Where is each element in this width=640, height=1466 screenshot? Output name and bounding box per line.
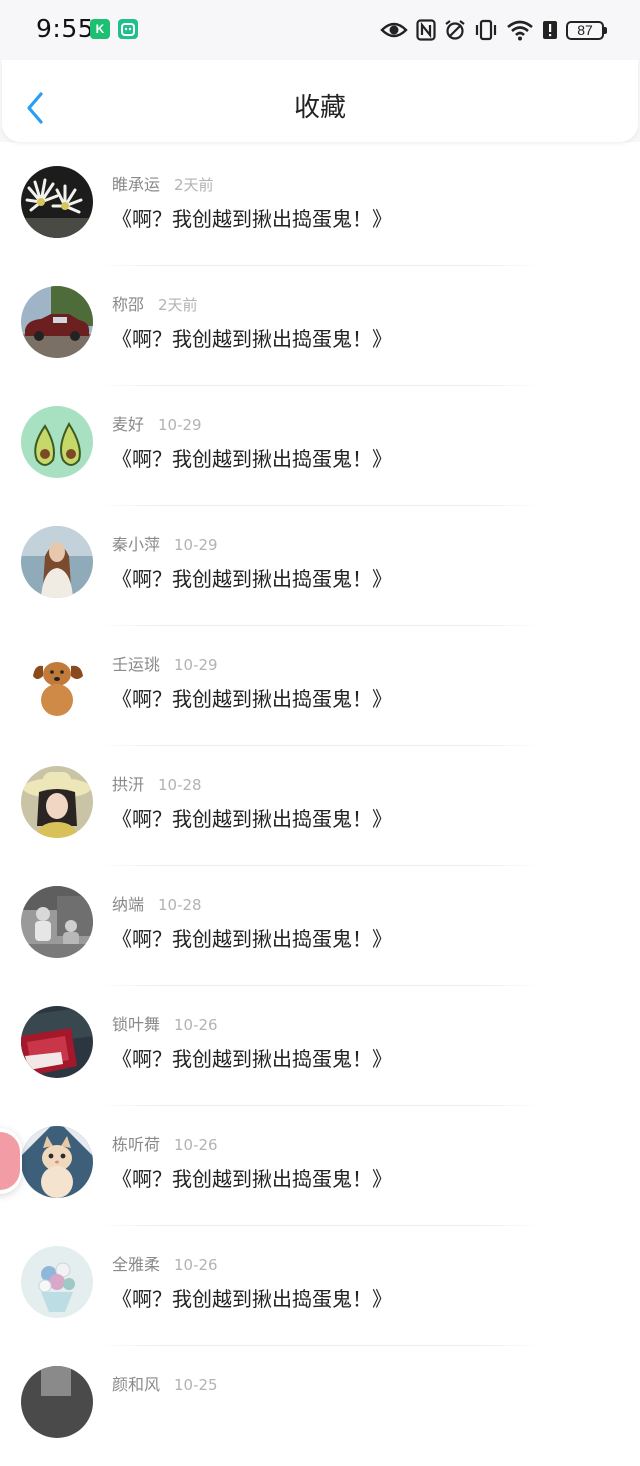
item-time: 2天前 (158, 296, 198, 314)
item-title[interactable]: 《啊？我创越到揪出捣蛋鬼！》 (112, 324, 392, 354)
list-item[interactable]: 全雅柔 10-26 《啊？我创越到揪出捣蛋鬼！》 (0, 1226, 640, 1346)
item-title[interactable]: 《啊？我创越到揪出捣蛋鬼！》 (112, 804, 392, 834)
k-app-icon: K (90, 19, 110, 39)
list-item[interactable]: 麦好 10-29 《啊？我创越到揪出捣蛋鬼！》 (0, 386, 640, 506)
item-time: 10-25 (174, 1376, 218, 1394)
author-name: 全雅柔 (112, 1255, 161, 1274)
author-name: 纳端 (112, 895, 145, 914)
item-title[interactable]: 《啊？我创越到揪出捣蛋鬼！》 (112, 1284, 392, 1314)
vibrate-icon (474, 19, 498, 41)
status-bar: 9:55 K 87 (0, 0, 640, 60)
item-meta: 全雅柔 10-26 (112, 1254, 218, 1276)
item-time: 10-28 (158, 776, 202, 794)
item-meta: 颜和风 10-25 (112, 1374, 218, 1396)
author-name: 睢承运 (112, 175, 161, 194)
cat-app-icon (118, 19, 138, 39)
list-item[interactable]: 拱汧 10-28 《啊？我创越到揪出捣蛋鬼！》 (0, 746, 640, 866)
avatar[interactable] (21, 526, 93, 598)
avatar[interactable] (21, 1126, 93, 1198)
item-title[interactable]: 《啊？我创越到揪出捣蛋鬼！》 (112, 1164, 392, 1194)
item-time: 10-26 (174, 1256, 218, 1274)
item-time: 10-29 (174, 536, 218, 554)
avatar[interactable] (21, 766, 93, 838)
item-meta: 拱汧 10-28 (112, 774, 202, 796)
nfc-icon (416, 19, 436, 41)
avatar[interactable] (21, 646, 93, 718)
avatar[interactable] (21, 1246, 93, 1318)
avatar[interactable] (21, 1006, 93, 1078)
list-item[interactable]: 称邵 2天前 《啊？我创越到揪出捣蛋鬼！》 (0, 266, 640, 386)
avatar[interactable] (21, 886, 93, 958)
item-time: 10-26 (174, 1016, 218, 1034)
item-title[interactable]: 《啊？我创越到揪出捣蛋鬼！》 (112, 924, 392, 954)
avatar[interactable] (21, 406, 93, 478)
avatar[interactable] (21, 166, 93, 238)
list-item[interactable]: 秦小萍 10-29 《啊？我创越到揪出捣蛋鬼！》 (0, 506, 640, 626)
avatar[interactable] (21, 1366, 93, 1438)
item-meta: 锁叶舞 10-26 (112, 1014, 218, 1036)
status-icons: 87 (380, 16, 607, 44)
item-meta: 栋听荷 10-26 (112, 1134, 218, 1156)
page-title: 收藏 (293, 93, 346, 123)
item-meta: 称邵 2天前 (112, 294, 198, 316)
author-name: 栋听荷 (112, 1135, 161, 1154)
item-meta: 麦好 10-29 (112, 414, 202, 436)
item-title[interactable]: 《啊？我创越到揪出捣蛋鬼！》 (112, 204, 392, 234)
status-time: 9:55 (36, 14, 95, 43)
author-name: 秦小萍 (112, 535, 161, 554)
item-time: 2天前 (174, 176, 214, 194)
author-name: 壬运珧 (112, 655, 161, 674)
item-meta: 纳端 10-28 (112, 894, 202, 916)
author-name: 拱汧 (112, 775, 145, 794)
item-time: 10-26 (174, 1136, 218, 1154)
alarm-icon (444, 19, 466, 41)
avatar[interactable] (21, 286, 93, 358)
chevron-left-icon (27, 92, 43, 124)
author-name: 称邵 (112, 295, 145, 314)
item-meta: 壬运珧 10-29 (112, 654, 218, 676)
item-meta: 秦小萍 10-29 (112, 534, 218, 556)
assistant-icon (0, 1132, 20, 1190)
item-time: 10-29 (174, 656, 218, 674)
back-button[interactable] (20, 88, 50, 128)
list-item[interactable]: 睢承运 2天前 《啊？我创越到揪出捣蛋鬼！》 (0, 146, 640, 266)
item-title[interactable]: 《啊？我创越到揪出捣蛋鬼！》 (112, 1044, 392, 1074)
item-title[interactable]: 《啊？我创越到揪出捣蛋鬼！》 (112, 684, 392, 714)
item-time: 10-29 (158, 416, 202, 434)
list-item[interactable]: 锁叶舞 10-26 《啊？我创越到揪出捣蛋鬼！》 (0, 986, 640, 1106)
item-meta: 睢承运 2天前 (112, 174, 214, 196)
item-title[interactable]: 《啊？我创越到揪出捣蛋鬼！》 (112, 444, 392, 474)
list-item[interactable]: 颜和风 10-25 (0, 1346, 640, 1466)
author-name: 麦好 (112, 415, 145, 434)
favorites-list: 睢承运 2天前 《啊？我创越到揪出捣蛋鬼！》 称邵 2天前 《啊？我创越到揪出捣蛋鬼… (0, 146, 640, 1466)
eye-icon (380, 20, 408, 40)
alert-icon (542, 19, 558, 41)
item-title[interactable]: 《啊？我创越到揪出捣蛋鬼！》 (112, 564, 392, 594)
list-item[interactable]: 纳端 10-28 《啊？我创越到揪出捣蛋鬼！》 (0, 866, 640, 986)
item-time: 10-28 (158, 896, 202, 914)
author-name: 颜和风 (112, 1375, 161, 1394)
battery-indicator: 87 (566, 20, 607, 40)
wifi-icon (506, 19, 534, 41)
list-item[interactable]: 壬运珧 10-29 《啊？我创越到揪出捣蛋鬼！》 (0, 626, 640, 746)
list-item[interactable]: 栋听荷 10-26 《啊？我创越到揪出捣蛋鬼！》 (0, 1106, 640, 1226)
author-name: 锁叶舞 (112, 1015, 161, 1034)
